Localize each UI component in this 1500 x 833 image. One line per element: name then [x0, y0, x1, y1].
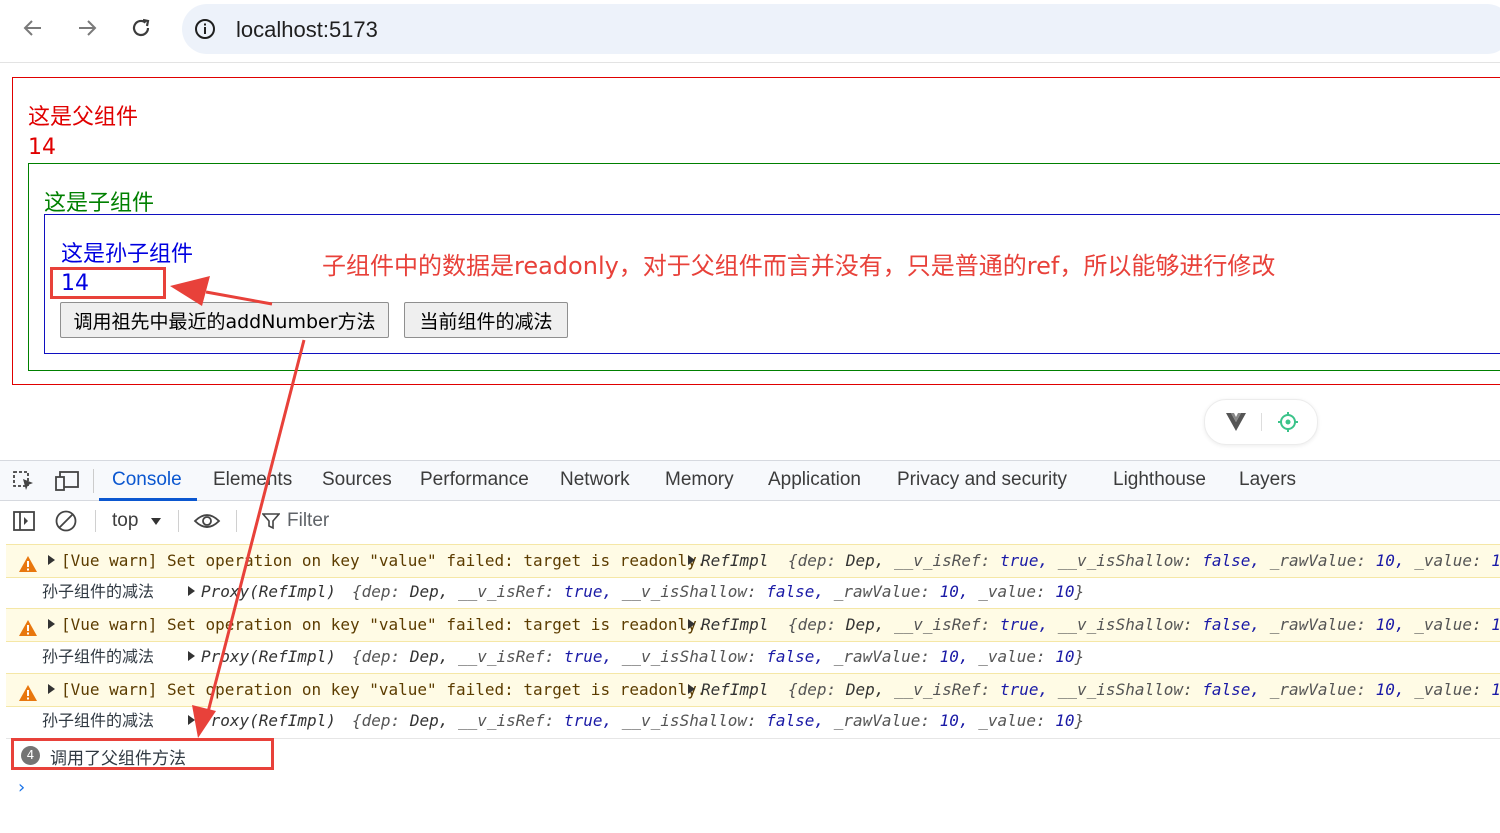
filter-icon [261, 512, 281, 534]
warning-message: [Vue warn] Set operation on key "value" … [61, 680, 707, 699]
vuebar-divider [1261, 413, 1262, 431]
object-preview[interactable]: {dep: Dep, __v_isRef: true, __v_isShallo… [352, 642, 1084, 672]
tab-application[interactable]: Application [768, 469, 861, 491]
highlight-box-grandchild-value [50, 267, 166, 299]
page-content: 这是父组件 14 这是子组件 这是孙子组件 14 调用祖先中最近的addNumb… [0, 63, 1500, 459]
forward-arrow-icon[interactable] [71, 12, 103, 44]
object-type: Proxy(RefImpl) [201, 711, 336, 730]
toolbar-divider [178, 510, 179, 532]
sidebar-toggle-icon[interactable] [12, 510, 36, 536]
console-log-row[interactable]: 孙子组件的减法 Proxy(RefImpl) {dep: Dep, __v_is… [6, 642, 1500, 672]
console-warning-row[interactable]: [Vue warn] Set operation on key "value" … [6, 673, 1500, 707]
highlight-box-group-log [11, 738, 274, 770]
expand-triangle-icon[interactable] [48, 555, 55, 565]
toolbar-divider [95, 510, 96, 532]
tab-layers[interactable]: Layers [1239, 469, 1296, 491]
object-preview[interactable]: {dep: Dep, __v_isRef: true, __v_isShallo… [352, 577, 1084, 607]
expand-triangle-icon[interactable] [48, 684, 55, 694]
filter-input[interactable]: Filter [287, 510, 329, 532]
inspect-element-icon[interactable] [12, 470, 36, 496]
reload-icon[interactable] [125, 12, 157, 44]
console-warning-row[interactable]: [Vue warn] Set operation on key "value" … [6, 608, 1500, 642]
context-selector[interactable]: top [112, 510, 162, 532]
url-text[interactable]: localhost:5173 [236, 17, 378, 43]
console-prompt-icon[interactable]: › [16, 777, 27, 798]
parent-value: 14 [28, 135, 56, 160]
expand-triangle-icon[interactable] [188, 586, 195, 596]
console-warning-row[interactable]: [Vue warn] Set operation on key "value" … [6, 544, 1500, 578]
parent-title: 这是父组件 [28, 105, 139, 130]
tab-network[interactable]: Network [560, 469, 630, 491]
tab-sources[interactable]: Sources [322, 469, 392, 491]
expand-triangle-icon[interactable] [48, 619, 55, 629]
warning-message: [Vue warn] Set operation on key "value" … [61, 615, 707, 634]
tab-console[interactable]: Console [112, 469, 182, 491]
chevron-down-icon [150, 510, 162, 532]
console-log-row[interactable]: 孙子组件的减法 Proxy(RefImpl) {dep: Dep, __v_is… [6, 577, 1500, 607]
inspect-target-icon[interactable] [1277, 411, 1299, 437]
object-type: Proxy(RefImpl) [201, 647, 336, 666]
annotation-text: 子组件中的数据是readonly，对于父组件而言并没有，只是普通的ref，所以能… [322, 252, 1276, 280]
site-info-icon[interactable] [194, 18, 216, 44]
call-ancestor-add-button[interactable]: 调用祖先中最近的addNumber方法 [60, 302, 389, 338]
object-preview[interactable]: {dep: Dep, __v_isRef: true, __v_isShallo… [352, 706, 1084, 736]
tab-privacy-security[interactable]: Privacy and security [897, 469, 1067, 491]
tab-lighthouse[interactable]: Lighthouse [1113, 469, 1206, 491]
expand-triangle-icon[interactable] [688, 684, 695, 694]
clear-console-icon[interactable] [54, 509, 78, 537]
object-type: RefImpl [701, 680, 769, 699]
toolbar-divider [236, 510, 237, 532]
context-selector-label: top [112, 510, 139, 531]
console-log-row[interactable]: 孙子组件的减法 Proxy(RefImpl) {dep: Dep, __v_is… [6, 706, 1500, 736]
tab-performance[interactable]: Performance [420, 469, 529, 491]
console-toolbar: top Filter [0, 501, 1500, 542]
warning-message: [Vue warn] Set operation on key "value" … [61, 551, 707, 570]
log-label: 孙子组件的减法 [42, 711, 155, 730]
object-preview[interactable]: {dep: Dep, __v_isRef: true, __v_isShallo… [788, 609, 1500, 641]
tab-elements[interactable]: Elements [213, 469, 292, 491]
object-preview[interactable]: {dep: Dep, __v_isRef: true, __v_isShallo… [788, 674, 1500, 706]
log-label: 孙子组件的减法 [42, 582, 155, 601]
subtract-button[interactable]: 当前组件的减法 [404, 302, 568, 338]
expand-triangle-icon[interactable] [688, 619, 695, 629]
grandchild-title: 这是孙子组件 [61, 242, 194, 267]
tab-divider [93, 469, 94, 493]
log-label: 孙子组件的减法 [42, 647, 155, 666]
expand-triangle-icon[interactable] [188, 651, 195, 661]
object-type: RefImpl [701, 551, 769, 570]
object-type: Proxy(RefImpl) [201, 582, 336, 601]
live-expression-eye-icon[interactable] [193, 511, 221, 535]
devtools-tab-bar: Console Elements Sources Performance Net… [0, 460, 1500, 501]
vue-logo-icon[interactable] [1225, 412, 1247, 436]
tab-memory[interactable]: Memory [665, 469, 734, 491]
child-title: 这是子组件 [44, 191, 155, 216]
expand-triangle-icon[interactable] [188, 715, 195, 725]
vue-devtools-bar[interactable] [1204, 399, 1318, 445]
object-type: RefImpl [701, 615, 769, 634]
object-preview[interactable]: {dep: Dep, __v_isRef: true, __v_isShallo… [788, 545, 1500, 577]
device-toolbar-icon[interactable] [54, 470, 80, 496]
browser-toolbar: localhost:5173 [0, 0, 1500, 63]
address-bar[interactable]: localhost:5173 [182, 4, 1500, 54]
expand-triangle-icon[interactable] [688, 555, 695, 565]
back-arrow-icon[interactable] [17, 12, 49, 44]
